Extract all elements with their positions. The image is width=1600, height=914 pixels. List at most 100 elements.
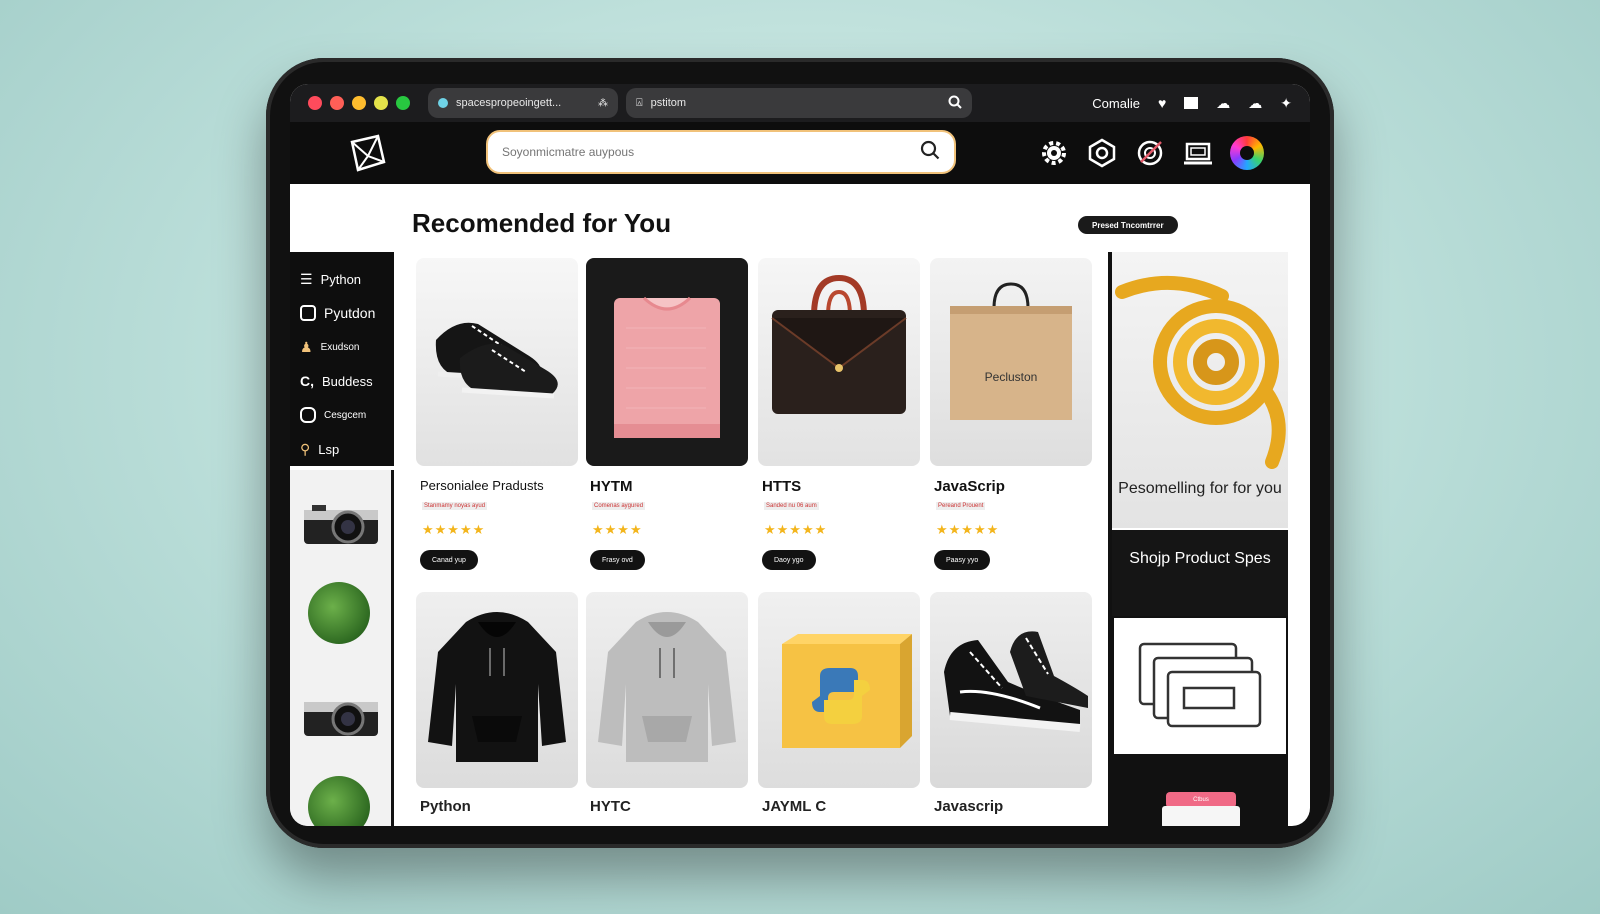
sidebar-item-buddess[interactable]: C, Buddess	[300, 364, 394, 398]
sweater-image	[586, 258, 748, 466]
sidebar-item-label: Python	[320, 271, 362, 287]
laptop-icon[interactable]	[1182, 137, 1214, 169]
add-to-cart-button[interactable]: Daoy ygo	[762, 550, 816, 570]
color-wheel-icon[interactable]	[1230, 136, 1264, 170]
rating-stars: ★★★★★	[422, 522, 486, 537]
bag-label: Pecluston	[984, 370, 1038, 384]
sidebar: ☰ Python Pyutdon ♟ Exudson C, Buddess Ce…	[290, 252, 394, 466]
search-bar[interactable]	[486, 130, 956, 174]
chat-icon	[300, 407, 316, 423]
python-box-image	[758, 592, 920, 788]
product-card[interactable]: HYTC	[586, 592, 748, 815]
page-title: Recomended for You	[412, 208, 672, 238]
window-controls	[308, 96, 410, 110]
camera-icon	[304, 702, 378, 736]
tab-share-icon[interactable]: ⁂	[598, 98, 608, 109]
heart-icon[interactable]: ♥	[1158, 95, 1166, 111]
person-icon: ♟	[300, 338, 313, 355]
address-text: pstitom	[650, 97, 687, 109]
header-icons	[1038, 136, 1264, 170]
product-card[interactable]: JAYML C	[758, 592, 920, 815]
sidebar-photos	[290, 470, 394, 826]
product-name[interactable]: Personialee Pradusts	[420, 478, 544, 493]
sidebar-item-python[interactable]: ☰ Python	[300, 262, 394, 296]
no-target-icon[interactable]	[1134, 137, 1166, 169]
fullscreen-dot[interactable]	[396, 96, 410, 110]
sidebar-item-label: Lsp	[318, 441, 340, 457]
add-to-cart-button[interactable]: Frasy ovd	[590, 550, 645, 570]
browser-bar: spacespropeoingett... ⁂ ⍓ pstitom Comali…	[290, 84, 1310, 122]
product-card[interactable]: Personialee Pradusts Stanmamy noyas ayud…	[416, 258, 578, 570]
product-name[interactable]: Javascrip	[934, 798, 1003, 815]
window-icon[interactable]	[1184, 97, 1199, 109]
shopping-bag-image: Pecluston	[930, 258, 1092, 466]
product-card[interactable]: Pecluston JavaScrip Pereand Prouent ★★★★…	[930, 258, 1092, 570]
sidebar-item-label: Pyutdon	[324, 305, 376, 321]
screen: spacespropeoingett... ⁂ ⍓ pstitom Comali…	[290, 84, 1310, 826]
camera-icon	[304, 505, 378, 544]
plant-image	[308, 776, 370, 826]
rating-stars: ★★★★	[592, 522, 643, 537]
product-card[interactable]: Javascrip	[930, 592, 1092, 815]
address-search-icon[interactable]	[948, 95, 962, 112]
app-header	[290, 122, 1310, 184]
rating-stars: ★★★★★	[936, 522, 1000, 537]
shop-product-specs-banner[interactable]: Shojp Product Spes	[1112, 530, 1288, 616]
browser-right-tools: Comalie ♥ ☁ ☁ ✦	[1092, 84, 1292, 122]
rating-stars: ★★★★★	[764, 522, 828, 537]
filter-pill[interactable]: Presed Tncomtrrer	[1078, 216, 1178, 234]
settings-hex-icon[interactable]	[1086, 137, 1118, 169]
logo-icon[interactable]	[348, 132, 388, 174]
lock-icon: ⍓	[636, 96, 643, 109]
pin-icon[interactable]: ✦	[1280, 95, 1292, 112]
product-subtitle: Comenas aygured	[592, 502, 646, 510]
add-to-cart-button[interactable]: Canad yup	[420, 550, 478, 570]
sidebar-item-pyutdon[interactable]: Pyutdon	[300, 296, 394, 330]
product-card[interactable]: HYTM Comenas aygured ★★★★ Frasy ovd	[586, 258, 748, 570]
product-name[interactable]: JavaScrip	[934, 478, 1005, 495]
product-name[interactable]: HYTM	[590, 478, 633, 495]
sidebar-item-label: Buddess	[322, 373, 373, 389]
zoom-dot[interactable]	[374, 96, 388, 110]
close-dot-2[interactable]	[330, 96, 344, 110]
location-icon: ⚲	[300, 440, 311, 457]
product-subtitle: Pereand Prouent	[936, 502, 986, 510]
search-icon[interactable]	[920, 140, 940, 165]
sidebar-item-label: Cesgcem	[324, 409, 367, 421]
sidebar-item-exudson[interactable]: ♟ Exudson	[300, 330, 394, 364]
add-to-cart-button[interactable]: Paasy yyo	[934, 550, 991, 570]
product-card[interactable]: Python	[416, 592, 578, 815]
c-icon: C,	[300, 373, 314, 389]
search-input[interactable]	[502, 145, 920, 159]
product-subtitle: Stanmamy noyas ayud	[422, 502, 488, 510]
address-bar[interactable]: ⍓ pstitom	[626, 88, 972, 118]
sidebar-item-cesgcem[interactable]: Cesgcem	[300, 398, 394, 432]
cloud-icon[interactable]: ☁	[1216, 95, 1230, 112]
product-subtitle: Sanded nu 06 aum	[764, 502, 819, 510]
minimize-dot[interactable]	[352, 96, 366, 110]
layers-card[interactable]	[1112, 616, 1288, 756]
hightop-sneaker-image	[930, 592, 1092, 788]
gray-hoodie-image	[586, 592, 748, 788]
product-card[interactable]: HTTS Sanded nu 06 aum ★★★★★ Daoy ygo	[758, 258, 920, 570]
cloud-upload-icon[interactable]: ☁	[1248, 95, 1262, 112]
product-name[interactable]: Python	[420, 798, 471, 815]
tablet-device: spacespropeoingett... ⁂ ⍓ pstitom Comali…	[266, 58, 1334, 848]
product-name[interactable]: JAYML C	[762, 798, 826, 815]
close-dot[interactable]	[308, 96, 322, 110]
wifi-icon: ☰	[300, 270, 313, 287]
product-name[interactable]: HYTC	[590, 798, 631, 815]
layers-icon	[1138, 642, 1262, 728]
gear-icon[interactable]	[1038, 137, 1070, 169]
sidebar-item-label: Exudson	[320, 341, 360, 353]
sidebar-item-lsp[interactable]: ⚲ Lsp	[300, 432, 394, 466]
black-hoodie-image	[416, 592, 578, 788]
browser-tab-1[interactable]: spacespropeoingett... ⁂	[428, 88, 618, 118]
mini-card	[1162, 806, 1240, 826]
tab-1-label: spacespropeoingett...	[456, 97, 562, 109]
square-icon	[300, 305, 316, 321]
profile-label[interactable]: Comalie	[1092, 96, 1140, 111]
plant-image	[308, 582, 370, 644]
product-name[interactable]: HTTS	[762, 478, 801, 495]
sneaker-image	[416, 258, 578, 466]
